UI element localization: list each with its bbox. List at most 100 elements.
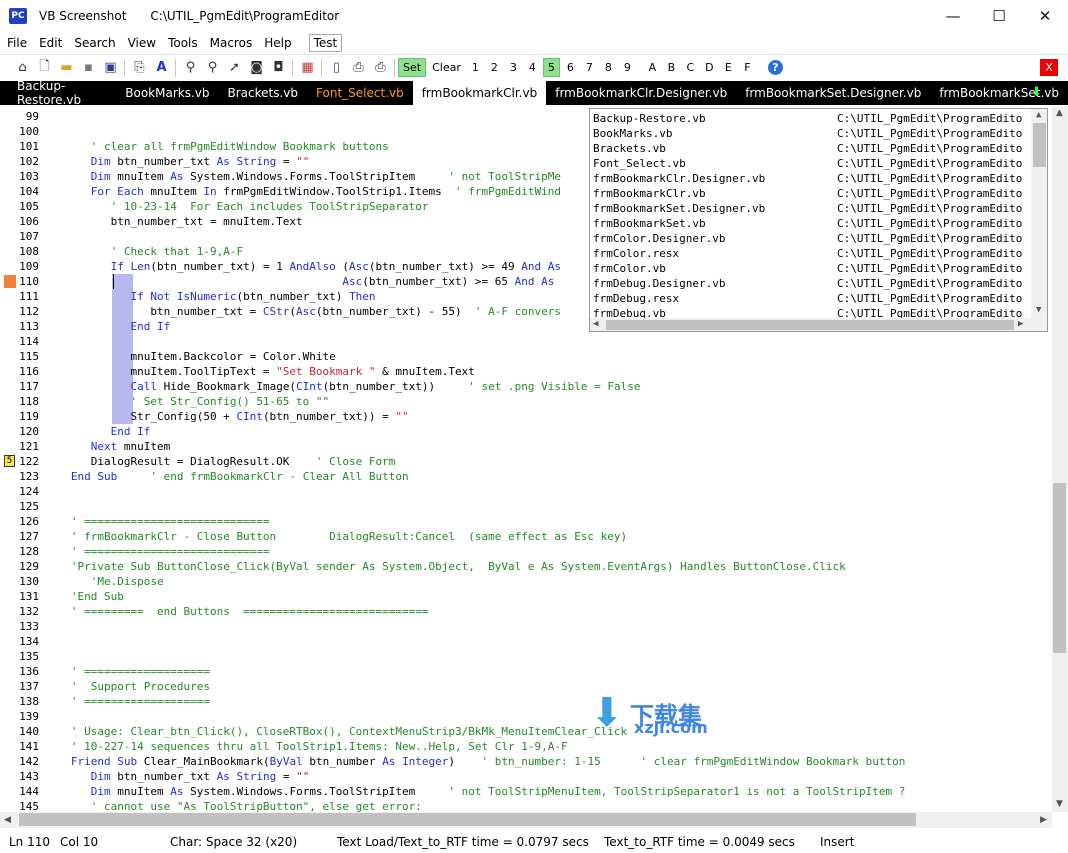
file-list-item[interactable]: Backup-Restore.vb C:\UTIL_PgmEdit\Program…	[593, 111, 1033, 126]
code-line[interactable]: 114	[0, 334, 1052, 349]
popup-scroll-left-icon[interactable]: ◀	[593, 319, 598, 329]
scroll-up-icon[interactable]: ▲	[1056, 108, 1063, 118]
file-list-item[interactable]: frmColor.vb C:\UTIL_PgmEdit\ProgramEdito	[593, 261, 1033, 276]
code-line[interactable]: 134	[0, 634, 1052, 649]
menu-file[interactable]: File	[7, 36, 27, 50]
code-text[interactable]: ' Usage: Clear_btn_Click(), CloseRTBox()…	[51, 724, 627, 739]
code-text[interactable]: ' ========= end Buttons ================…	[51, 604, 429, 619]
breakpoint-marker[interactable]	[4, 275, 16, 288]
code-text[interactable]: For Each mnuItem In frmPgmEditWindow.Too…	[51, 184, 561, 199]
tab-bookmarks[interactable]: BookMarks.vb	[116, 81, 218, 105]
code-line[interactable]: 128 ' ============================	[0, 544, 1052, 559]
bookmark-4-button[interactable]: 4	[524, 58, 541, 77]
goto-icon[interactable]: ➚	[224, 58, 245, 78]
code-text[interactable]: DialogResult = DialogResult.OK ' Close F…	[51, 454, 396, 469]
bookmark-9-button[interactable]: 9	[619, 58, 636, 77]
code-line[interactable]: 123 End Sub ' end frmBookmarkClr - Clear…	[0, 469, 1052, 484]
code-text[interactable]: ' ===================	[51, 694, 210, 709]
editor-horizontal-scroll-thumb[interactable]	[19, 813, 916, 826]
code-line[interactable]: 125	[0, 499, 1052, 514]
code-line[interactable]: 117 Call Hide_Bookmark_Image(CInt(btn_nu…	[0, 379, 1052, 394]
replace-icon[interactable]: ◙	[246, 58, 267, 78]
code-line[interactable]: 143 Dim btn_number_txt As String = ""	[0, 769, 1052, 784]
code-text[interactable]: ' cannot use "As ToolStripButton", else …	[51, 799, 422, 812]
code-line[interactable]: 142 Friend Sub Clear_MainBookmark(ByVal …	[0, 754, 1052, 769]
bookmark-1-button[interactable]: 1	[467, 58, 484, 77]
code-line[interactable]: 136 ' ===================	[0, 664, 1052, 679]
code-text[interactable]: ' ===================	[51, 664, 210, 679]
code-text[interactable]: Dim mnuItem As System.Windows.Forms.Tool…	[51, 784, 906, 799]
code-text[interactable]: Dim mnuItem As System.Windows.Forms.Tool…	[51, 169, 561, 184]
code-line[interactable]: 137 ' Support Procedures	[0, 679, 1052, 694]
code-text[interactable]: ' ============================	[51, 544, 270, 559]
code-text[interactable]: mnuItem.Backcolor = Color.White	[51, 349, 335, 364]
bookmark-e-button[interactable]: E	[720, 58, 737, 77]
code-line[interactable]: 121 Next mnuItem	[0, 439, 1052, 454]
code-text[interactable]: End If	[51, 319, 170, 334]
print-icon[interactable]: ⎙	[370, 58, 391, 78]
code-line[interactable]: 119 Str_Config(50 + CInt(btn_number_txt)…	[0, 409, 1052, 424]
code-line[interactable]: 135	[0, 649, 1052, 664]
code-text[interactable]: Dim btn_number_txt As String = ""	[51, 154, 310, 169]
code-line[interactable]: 120 End If	[0, 424, 1052, 439]
tab-frmbookmarkset-designer[interactable]: frmBookmarkSet.Designer.vb	[736, 81, 930, 105]
menu-search[interactable]: Search	[74, 36, 115, 50]
code-text[interactable]: 'Private Sub ButtonClose_Click(ByVal sen…	[51, 559, 846, 574]
code-text[interactable]: ' clear all frmPgmEditWindow Bookmark bu…	[51, 139, 389, 154]
code-line[interactable]: 133	[0, 619, 1052, 634]
bookmark-7-button[interactable]: 7	[581, 58, 598, 77]
scroll-left-icon[interactable]: ◀	[4, 815, 11, 825]
scroll-right-icon[interactable]: ▶	[1040, 815, 1047, 825]
file-list-item[interactable]: frmBookmarkSet.Designer.vb C:\UTIL_PgmEdi…	[593, 201, 1033, 216]
minimize-button[interactable]: —	[930, 0, 976, 32]
tab-backup-restore[interactable]: Backup-Restore.vb	[8, 79, 116, 107]
close-file-button[interactable]: X	[1040, 59, 1058, 76]
code-text[interactable]: ' ============================	[51, 514, 270, 529]
test-box[interactable]: Test	[308, 34, 343, 52]
file-list-item[interactable]: frmBookmarkSet.vb C:\UTIL_PgmEdit\Program…	[593, 216, 1033, 231]
menu-tools[interactable]: Tools	[168, 36, 198, 50]
print-preview-icon[interactable]: ⎙	[348, 58, 369, 78]
code-line[interactable]: 116 mnuItem.ToolTipText = "Set Bookmark …	[0, 364, 1052, 379]
code-text[interactable]: btn_number_txt = CStr(Asc(btn_number_txt…	[51, 304, 561, 319]
code-line[interactable]: 118 ' Set Str_Config() 51-65 to ""	[0, 394, 1052, 409]
code-line[interactable]: 127 ' frmBookmarkClr - Close Button Dial…	[0, 529, 1052, 544]
code-line[interactable]: 132 ' ========= end Buttons ============…	[0, 604, 1052, 619]
code-text[interactable]: End Sub ' end frmBookmarkClr - Clear All…	[51, 469, 409, 484]
code-text[interactable]: ' Check that 1-9,A-F	[51, 244, 243, 259]
maximize-button[interactable]: ☐	[976, 0, 1022, 32]
bookmark-6-button[interactable]: 6	[562, 58, 579, 77]
scroll-down-icon[interactable]: ▼	[1056, 799, 1063, 809]
code-text[interactable]: Call Hide_Bookmark_Image(CInt(btn_number…	[51, 379, 640, 394]
code-text[interactable]: Next mnuItem	[51, 439, 170, 454]
file-list-item[interactable]: frmDebug.Designer.vb C:\UTIL_PgmEdit\Prog…	[593, 276, 1033, 291]
save-all-icon[interactable]: ▣	[100, 58, 121, 78]
close-window-button[interactable]: ✕	[1022, 0, 1068, 32]
file-list-item[interactable]: frmColor.Designer.vb C:\UTIL_PgmEdit\Prog…	[593, 231, 1033, 246]
code-text[interactable]: If Len(btn_number_txt) = 1 AndAlso (Asc(…	[51, 259, 561, 274]
clear-button[interactable]: Clear	[428, 58, 465, 77]
replace-all-icon[interactable]: ◘	[268, 58, 289, 78]
download-icon[interactable]: ⬇	[1031, 85, 1042, 100]
find-icon[interactable]: ⚲	[180, 58, 201, 78]
file-list-item[interactable]: frmColor.resx C:\UTIL_PgmEdit\ProgramEdit…	[593, 246, 1033, 261]
code-text[interactable]: If Not IsNumeric(btn_number_txt) Then	[51, 289, 375, 304]
code-text[interactable]: End If	[51, 424, 151, 439]
find-next-icon[interactable]: ⚲	[202, 58, 223, 78]
file-list-item[interactable]: Font_Select.vb C:\UTIL_PgmEdit\ProgramEdi…	[593, 156, 1033, 171]
popup-scroll-down-icon[interactable]: ▼	[1036, 305, 1041, 315]
editor-vertical-scroll-thumb[interactable]	[1053, 483, 1066, 653]
code-line[interactable]: 138 ' ===================	[0, 694, 1052, 709]
popup-horizontal-scroll-thumb[interactable]	[606, 320, 1014, 330]
tab-frmbookmarkclr-designer[interactable]: frmBookmarkClr.Designer.vb	[546, 81, 736, 105]
code-line[interactable]: 144 Dim mnuItem As System.Windows.Forms.…	[0, 784, 1052, 799]
color-grid-icon[interactable]: ▦	[297, 58, 318, 78]
code-line[interactable]: 129 'Private Sub ButtonClose_Click(ByVal…	[0, 559, 1052, 574]
menu-help[interactable]: Help	[264, 36, 291, 50]
save-icon[interactable]: ▪	[78, 58, 99, 78]
code-text[interactable]: btn_number_txt = mnuItem.Text	[51, 214, 303, 229]
bookmark-5-button[interactable]: 5	[542, 58, 560, 77]
menu-edit[interactable]: Edit	[39, 36, 62, 50]
book-icon[interactable]: ▯	[326, 58, 347, 78]
bookmark-a-button[interactable]: A	[644, 58, 661, 77]
